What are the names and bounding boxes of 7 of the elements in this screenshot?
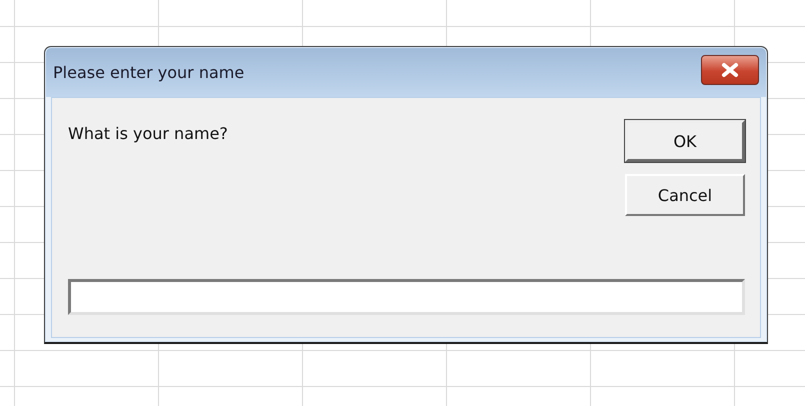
prompt-text: What is your name? xyxy=(68,124,229,145)
input-field[interactable] xyxy=(68,279,745,315)
cancel-button[interactable]: Cancel xyxy=(625,174,745,216)
close-button[interactable] xyxy=(701,55,759,85)
close-icon xyxy=(720,62,740,78)
window-title: Please enter your name xyxy=(53,62,244,82)
ok-button[interactable]: OK xyxy=(625,120,745,162)
